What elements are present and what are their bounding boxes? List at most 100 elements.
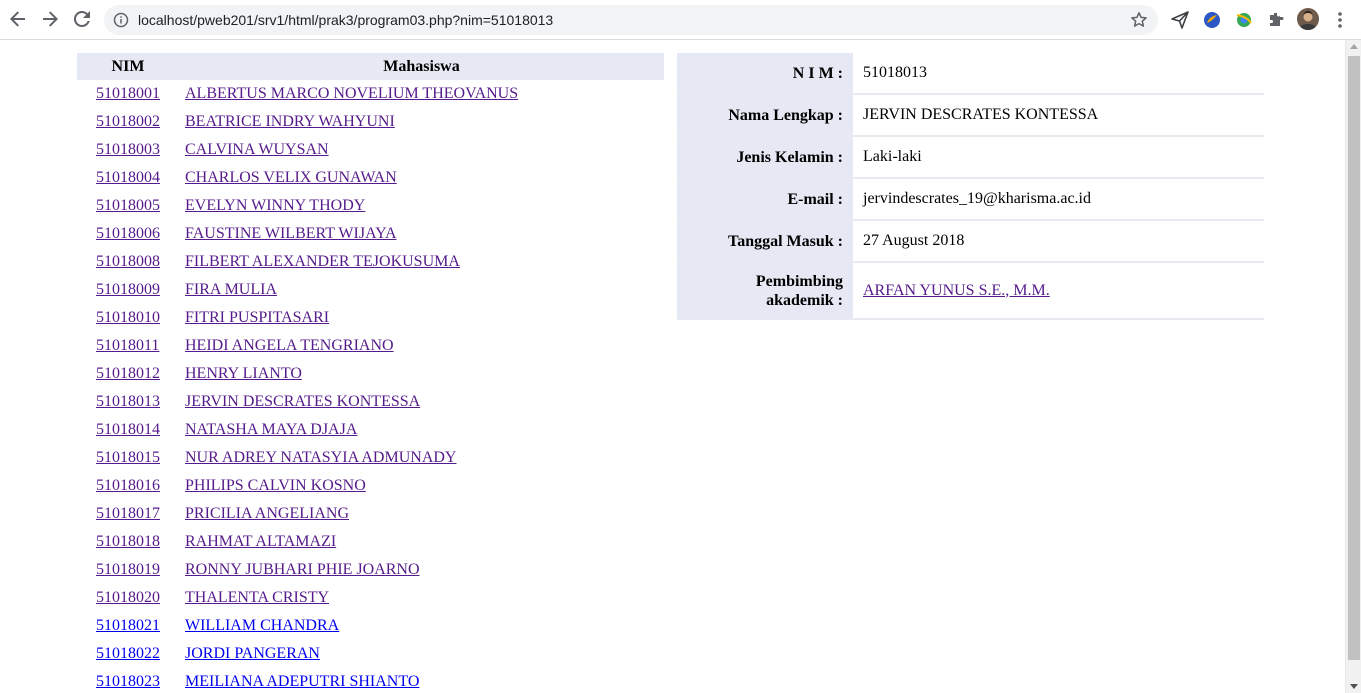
nim-cell: 51018001	[77, 80, 179, 108]
info-icon[interactable]	[113, 12, 129, 28]
nim-link[interactable]: 51018009	[96, 281, 160, 298]
student-name-link[interactable]: EVELYN WINNY THODY	[185, 197, 365, 214]
pembimbing-value: ARFAN YUNUS S.E., M.M.	[853, 262, 1264, 320]
jenis-kelamin-value: Laki-laki	[853, 136, 1264, 179]
student-name-link[interactable]: JERVIN DESCRATES KONTESSA	[185, 393, 420, 410]
student-name-link[interactable]: RONNY JUBHARI PHIE JOARNO	[185, 561, 420, 578]
student-name-link[interactable]: PHILIPS CALVIN KOSNO	[185, 477, 366, 494]
nim-link[interactable]: 51018013	[96, 393, 160, 410]
student-name-link[interactable]: NUR ADREY NATASYIA ADMUNADY	[185, 449, 456, 466]
nim-label: N I M :	[677, 53, 853, 95]
nim-link[interactable]: 51018018	[96, 533, 160, 550]
tanggal-masuk-label: Tanggal Masuk :	[677, 220, 853, 263]
student-name-link[interactable]: RAHMAT ALTAMAZI	[185, 533, 336, 550]
extension-icon	[1204, 12, 1220, 28]
nim-link[interactable]: 51018004	[96, 169, 160, 186]
nim-link[interactable]: 51018016	[96, 477, 160, 494]
student-name-link[interactable]: FIRA MULIA	[185, 281, 277, 298]
name-cell: NUR ADREY NATASYIA ADMUNADY	[179, 444, 664, 472]
nim-link[interactable]: 51018011	[96, 337, 159, 354]
student-name-link[interactable]: BEATRICE INDRY WAHYUNI	[185, 113, 395, 130]
table-row: 51018014 NATASHA MAYA DJAJA	[77, 416, 664, 444]
chrome-menu-button[interactable]	[1330, 10, 1350, 30]
table-row: 51018003 CALVINA WUYSAN	[77, 136, 664, 164]
back-button[interactable]	[7, 8, 29, 30]
student-name-link[interactable]: MEILIANA ADEPUTRI SHIANTO	[185, 673, 419, 690]
name-cell: HENRY LIANTO	[179, 360, 664, 388]
mahasiswa-column-header: Mahasiswa	[179, 53, 664, 80]
student-name-link[interactable]: CHARLOS VELIX GUNAWAN	[185, 169, 397, 186]
nim-link[interactable]: 51018001	[96, 85, 160, 102]
student-name-link[interactable]: CALVINA WUYSAN	[185, 141, 329, 158]
student-name-link[interactable]: ALBERTUS MARCO NOVELIUM THEOVANUS	[185, 85, 518, 102]
table-row: 51018005 EVELYN WINNY THODY	[77, 192, 664, 220]
student-list-table: NIM Mahasiswa 51018001 ALBERTUS MARCO NOV…	[77, 53, 664, 693]
student-name-link[interactable]: NATASHA MAYA DJAJA	[185, 421, 357, 438]
forward-button[interactable]	[39, 8, 61, 30]
student-name-link[interactable]: HEIDI ANGELA TENGRIANO	[185, 337, 394, 354]
name-cell: NATASHA MAYA DJAJA	[179, 416, 664, 444]
nim-link[interactable]: 51018020	[96, 589, 160, 606]
nim-link[interactable]: 51018002	[96, 113, 160, 130]
extensions-menu-button[interactable]	[1266, 10, 1286, 30]
page-scrollbar[interactable]	[1345, 40, 1361, 693]
nim-link[interactable]: 51018003	[96, 141, 160, 158]
name-cell: CALVINA WUYSAN	[179, 136, 664, 164]
nim-link[interactable]: 51018017	[96, 505, 160, 522]
nim-link[interactable]: 51018023	[96, 673, 160, 690]
name-cell: BEATRICE INDRY WAHYUNI	[179, 108, 664, 136]
name-cell: FIRA MULIA	[179, 276, 664, 304]
table-row: 51018021 WILLIAM CHANDRA	[77, 612, 664, 640]
student-name-link[interactable]: JORDI PANGERAN	[185, 645, 320, 662]
avatar	[1297, 8, 1319, 30]
student-name-link[interactable]: HENRY LIANTO	[185, 365, 302, 382]
name-cell: RAHMAT ALTAMAZI	[179, 528, 664, 556]
scroll-up-arrow-icon[interactable]	[1350, 44, 1358, 49]
table-row: 51018018 RAHMAT ALTAMAZI	[77, 528, 664, 556]
nim-link[interactable]: 51018014	[96, 421, 160, 438]
nim-link[interactable]: 51018019	[96, 561, 160, 578]
name-cell: FAUSTINE WILBERT WIJAYA	[179, 220, 664, 248]
email-label: E-mail :	[677, 178, 853, 221]
detail-row-jenis-kelamin: Jenis Kelamin : Laki-laki	[677, 136, 1264, 179]
address-bar[interactable]: localhost/pweb201/srv1/html/prak3/progra…	[104, 5, 1158, 35]
scroll-down-arrow-icon[interactable]	[1350, 684, 1358, 689]
name-cell: EVELYN WINNY THODY	[179, 192, 664, 220]
student-name-link[interactable]: WILLIAM CHANDRA	[185, 617, 339, 634]
student-name-link[interactable]: THALENTA CRISTY	[185, 589, 329, 606]
nim-link[interactable]: 51018010	[96, 309, 160, 326]
nim-cell: 51018023	[77, 668, 179, 693]
browser-toolbar: localhost/pweb201/srv1/html/prak3/progra…	[0, 0, 1361, 40]
nim-cell: 51018012	[77, 360, 179, 388]
reload-button[interactable]	[71, 8, 93, 30]
student-name-link[interactable]: FITRI PUSPITASARI	[185, 309, 329, 326]
name-cell: MEILIANA ADEPUTRI SHIANTO	[179, 668, 664, 693]
detail-row-nama: Nama Lengkap : JERVIN DESCRATES KONTESSA	[677, 94, 1264, 137]
detail-row-email: E-mail : jervindescrates_19@kharisma.ac.…	[677, 178, 1264, 221]
name-cell: PHILIPS CALVIN KOSNO	[179, 472, 664, 500]
scroll-thumb[interactable]	[1348, 56, 1360, 660]
star-icon[interactable]	[1130, 11, 1148, 29]
extension-button-2[interactable]	[1234, 10, 1254, 30]
nim-link[interactable]: 51018012	[96, 365, 160, 382]
table-row: 51018023 MEILIANA ADEPUTRI SHIANTO	[77, 668, 664, 693]
nim-link[interactable]: 51018006	[96, 225, 160, 242]
detail-row-nim: N I M : 51018013	[677, 53, 1264, 95]
extension-icon	[1236, 13, 1252, 27]
table-row: 51018006 FAUSTINE WILBERT WIJAYA	[77, 220, 664, 248]
nim-link[interactable]: 51018008	[96, 253, 160, 270]
nim-cell: 51018008	[77, 248, 179, 276]
profile-button[interactable]	[1297, 8, 1319, 30]
nim-link[interactable]: 51018022	[96, 645, 160, 662]
pembimbing-link[interactable]: ARFAN YUNUS S.E., M.M.	[863, 282, 1050, 299]
url-text[interactable]: localhost/pweb201/srv1/html/prak3/progra…	[138, 12, 553, 28]
student-name-link[interactable]: FAUSTINE WILBERT WIJAYA	[185, 225, 397, 242]
nim-link[interactable]: 51018021	[96, 617, 160, 634]
nim-link[interactable]: 51018005	[96, 197, 160, 214]
nim-link[interactable]: 51018015	[96, 449, 160, 466]
extension-button-1[interactable]	[1202, 10, 1222, 30]
name-cell: HEIDI ANGELA TENGRIANO	[179, 332, 664, 360]
student-name-link[interactable]: FILBERT ALEXANDER TEJOKUSUMA	[185, 253, 460, 270]
send-extension-button[interactable]	[1170, 10, 1190, 30]
student-name-link[interactable]: PRICILIA ANGELIANG	[185, 505, 349, 522]
